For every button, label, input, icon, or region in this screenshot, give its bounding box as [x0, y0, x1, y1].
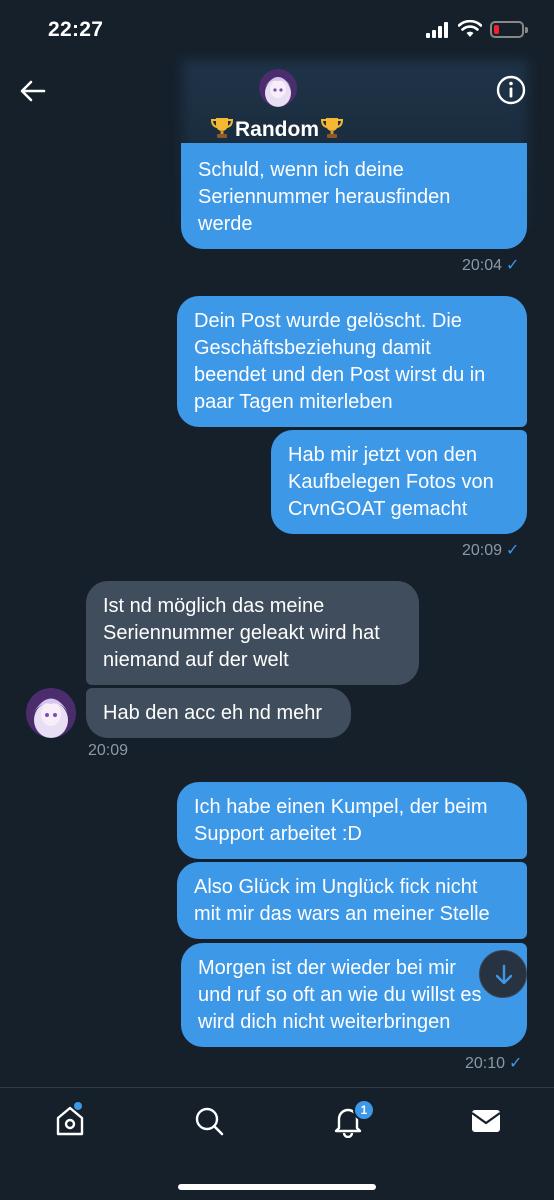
conversation-avatar[interactable]	[259, 69, 297, 107]
conversation-title-text: Random	[235, 118, 319, 141]
home-unread-dot	[74, 1102, 82, 1110]
status-time: 22:27	[48, 18, 104, 41]
arrow-down-icon	[495, 964, 513, 985]
message-bubble-outgoing[interactable]: Schuld, wenn ich deine Seriennummer hera…	[181, 143, 527, 249]
search-icon[interactable]	[192, 1104, 226, 1138]
message-bubble-incoming[interactable]: Hab den acc eh nd mehr	[86, 688, 351, 738]
message-timestamp: 20:04 ✓	[462, 257, 520, 274]
message-timestamp: 20:09 ✓	[462, 542, 520, 559]
trophy-icon	[210, 118, 234, 138]
read-check-icon: ✓	[506, 257, 520, 274]
message-bubble-outgoing[interactable]: Hab mir jetzt von den Kaufbelegen Fotos …	[271, 430, 527, 534]
signal-icon	[426, 22, 450, 38]
notifications-badge: 1	[353, 1099, 375, 1121]
status-bar: 22:27	[0, 0, 554, 60]
sender-avatar[interactable]	[26, 688, 76, 738]
home-icon[interactable]	[53, 1104, 87, 1138]
messages-icon[interactable]	[469, 1104, 503, 1138]
message-bubble-outgoing[interactable]: Dein Post wurde gelöscht. Die Geschäftsb…	[177, 296, 527, 427]
bottom-navigation: 1	[0, 1087, 554, 1200]
read-check-icon: ✓	[506, 542, 520, 559]
message-bubble-incoming[interactable]: Ist nd möglich das meine Seriennummer ge…	[86, 581, 419, 685]
back-arrow-icon[interactable]	[18, 76, 48, 106]
message-bubble-outgoing[interactable]: Ich habe einen Kumpel, der beim Support …	[177, 782, 527, 859]
message-bubble-outgoing[interactable]: Morgen ist der wieder bei mir und ruf so…	[181, 943, 527, 1047]
info-icon[interactable]	[495, 74, 527, 106]
home-indicator	[178, 1184, 376, 1190]
conversation-header: Random	[0, 60, 554, 225]
trophy-icon	[320, 118, 344, 138]
scroll-to-bottom-button[interactable]	[479, 950, 527, 998]
conversation-title[interactable]: Random	[0, 116, 554, 142]
wifi-icon	[458, 20, 482, 37]
message-timestamp: 20:09	[88, 742, 129, 759]
message-bubble-outgoing[interactable]: Also Glück im Unglück fick nicht mit mir…	[177, 862, 527, 939]
read-check-icon: ✓	[509, 1055, 523, 1072]
battery-low-icon	[490, 21, 528, 38]
message-timestamp: 20:10 ✓	[465, 1055, 523, 1072]
